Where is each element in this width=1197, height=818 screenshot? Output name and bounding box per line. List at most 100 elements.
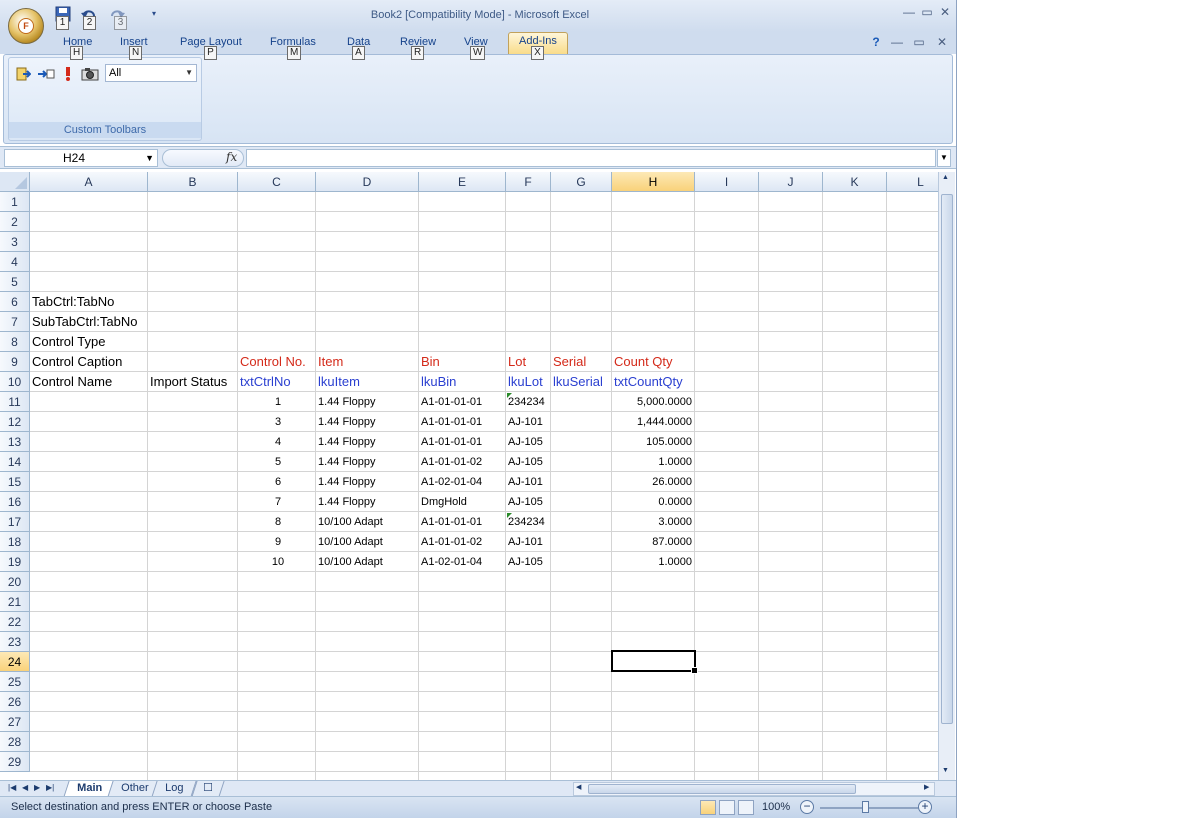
- toolbar-import-icon[interactable]: [15, 66, 32, 82]
- insert-sheet-button[interactable]: ☐: [191, 781, 225, 797]
- cell-f19[interactable]: AJ-105: [506, 552, 551, 572]
- page-layout-view-icon[interactable]: [719, 800, 735, 815]
- cell-b10[interactable]: Import Status: [148, 372, 248, 392]
- cell-c13[interactable]: 4: [238, 432, 316, 452]
- cell-c11[interactable]: 1: [238, 392, 316, 412]
- cell-d17[interactable]: 10/100 Adapt: [316, 512, 419, 532]
- row-header-28[interactable]: 28: [0, 732, 30, 752]
- row-header-11[interactable]: 11: [0, 392, 30, 412]
- cell-d12[interactable]: 1.44 Floppy: [316, 412, 419, 432]
- cell-f16[interactable]: AJ-105: [506, 492, 551, 512]
- cell-e17[interactable]: A1-01-01-01: [419, 512, 506, 532]
- insert-function-button[interactable]: fx: [226, 150, 237, 164]
- cell-h17[interactable]: 3.0000: [612, 512, 695, 532]
- column-header-a[interactable]: A: [30, 172, 148, 192]
- cell-e12[interactable]: A1-01-01-01: [419, 412, 506, 432]
- cell-f15[interactable]: AJ-101: [506, 472, 551, 492]
- cell-c19[interactable]: 10: [238, 552, 316, 572]
- cell-g17[interactable]: [551, 512, 612, 532]
- formula-input[interactable]: [246, 149, 936, 167]
- row-header-13[interactable]: 13: [0, 432, 30, 452]
- cell-c16[interactable]: 7: [238, 492, 316, 512]
- cell-h15[interactable]: 26.0000: [612, 472, 695, 492]
- cell-a10[interactable]: Control Name: [30, 372, 150, 392]
- cell-g16[interactable]: [551, 492, 612, 512]
- row-header-22[interactable]: 22: [0, 612, 30, 632]
- row-header-27[interactable]: 27: [0, 712, 30, 732]
- column-header-b[interactable]: B: [148, 172, 238, 192]
- cell-h11[interactable]: 5,000.0000: [612, 392, 695, 412]
- next-sheet-icon[interactable]: ▶: [34, 783, 40, 792]
- cell-g13[interactable]: [551, 432, 612, 452]
- zoom-in-icon[interactable]: +: [918, 800, 932, 814]
- name-c10[interactable]: txtCtrlNo: [238, 372, 316, 392]
- cell-a9[interactable]: Control Caption: [30, 352, 230, 372]
- row-header-10[interactable]: 10: [0, 372, 30, 392]
- row-header-17[interactable]: 17: [0, 512, 30, 532]
- normal-view-icon[interactable]: [700, 800, 716, 815]
- column-header-j[interactable]: J: [759, 172, 823, 192]
- cell-d11[interactable]: 1.44 Floppy: [316, 392, 419, 412]
- column-header-g[interactable]: G: [551, 172, 612, 192]
- row-header-26[interactable]: 26: [0, 692, 30, 712]
- caption-f9[interactable]: Lot: [506, 352, 551, 372]
- cell-f13[interactable]: AJ-105: [506, 432, 551, 452]
- expand-formula-bar-icon[interactable]: ▼: [937, 149, 951, 167]
- cell-e18[interactable]: A1-01-01-02: [419, 532, 506, 552]
- row-header-8[interactable]: 8: [0, 332, 30, 352]
- column-header-f[interactable]: F: [506, 172, 551, 192]
- caption-e9[interactable]: Bin: [419, 352, 506, 372]
- row-header-5[interactable]: 5: [0, 272, 30, 292]
- cell-g14[interactable]: [551, 452, 612, 472]
- row-header-20[interactable]: 20: [0, 572, 30, 592]
- workbook-restore-icon[interactable]: ▭: [911, 34, 927, 50]
- cell-d19[interactable]: 10/100 Adapt: [316, 552, 419, 572]
- first-sheet-icon[interactable]: |◀: [8, 783, 16, 792]
- close-icon[interactable]: ✕: [937, 4, 953, 20]
- row-header-6[interactable]: 6: [0, 292, 30, 312]
- cell-e14[interactable]: A1-01-01-02: [419, 452, 506, 472]
- row-header-4[interactable]: 4: [0, 252, 30, 272]
- cell-e19[interactable]: A1-02-01-04: [419, 552, 506, 572]
- row-header-12[interactable]: 12: [0, 412, 30, 432]
- row-header-14[interactable]: 14: [0, 452, 30, 472]
- row-header-3[interactable]: 3: [0, 232, 30, 252]
- column-header-d[interactable]: D: [316, 172, 419, 192]
- cell-h18[interactable]: 87.0000: [612, 532, 695, 552]
- name-box[interactable]: H24 ▼: [4, 149, 158, 167]
- row-header-23[interactable]: 23: [0, 632, 30, 652]
- scroll-up-icon[interactable]: ▲: [942, 174, 949, 181]
- column-header-k[interactable]: K: [823, 172, 887, 192]
- toolbar-alert-icon[interactable]: [63, 66, 79, 82]
- zoom-slider[interactable]: [820, 807, 918, 809]
- caption-d9[interactable]: Item: [316, 352, 419, 372]
- column-header-h[interactable]: H: [612, 172, 695, 192]
- cell-d15[interactable]: 1.44 Floppy: [316, 472, 419, 492]
- caption-h9[interactable]: Count Qty: [612, 352, 702, 372]
- cell-a8[interactable]: Control Type: [30, 332, 230, 352]
- cell-h19[interactable]: 1.0000: [612, 552, 695, 572]
- horizontal-scrollbar[interactable]: ◀ ▶: [573, 782, 935, 796]
- workbook-minimize-icon[interactable]: —: [889, 34, 905, 50]
- column-header-i[interactable]: I: [695, 172, 759, 192]
- office-button[interactable]: F: [8, 8, 44, 44]
- cell-c18[interactable]: 9: [238, 532, 316, 552]
- caption-g9[interactable]: Serial: [551, 352, 612, 372]
- cell-g15[interactable]: [551, 472, 612, 492]
- cell-h12[interactable]: 1,444.0000: [612, 412, 695, 432]
- column-header-c[interactable]: C: [238, 172, 316, 192]
- row-header-2[interactable]: 2: [0, 212, 30, 232]
- row-header-24[interactable]: 24: [0, 652, 30, 672]
- cell-d14[interactable]: 1.44 Floppy: [316, 452, 419, 472]
- cell-e16[interactable]: DmgHold: [419, 492, 506, 512]
- row-header-15[interactable]: 15: [0, 472, 30, 492]
- cell-c15[interactable]: 6: [238, 472, 316, 492]
- cell-f11[interactable]: 234234: [506, 392, 551, 412]
- row-header-21[interactable]: 21: [0, 592, 30, 612]
- cell-d18[interactable]: 10/100 Adapt: [316, 532, 419, 552]
- cell-g18[interactable]: [551, 532, 612, 552]
- scroll-right-icon[interactable]: ▶: [924, 783, 929, 791]
- last-sheet-icon[interactable]: ▶|: [46, 783, 54, 792]
- toolbar-filter-select[interactable]: All ▼: [105, 64, 197, 82]
- caption-c9[interactable]: Control No.: [238, 352, 316, 372]
